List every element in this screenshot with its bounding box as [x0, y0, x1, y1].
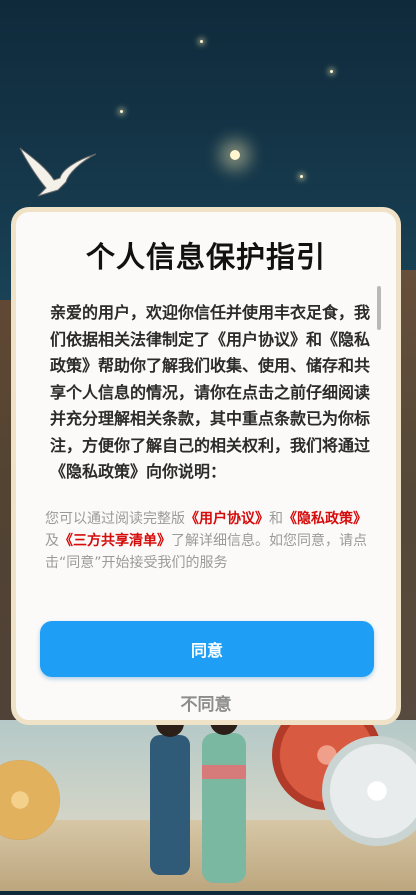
agree-button[interactable]: 同意: [40, 621, 374, 677]
dialog-title: 个人信息保护指引: [85, 240, 326, 274]
star: [120, 110, 123, 113]
star: [300, 175, 303, 178]
star: [330, 70, 333, 73]
secondary-prefix: 您可以通过阅读完整版: [45, 511, 185, 527]
dialog-body-text: 亲爱的用户，欢迎你信任并使用丰衣足食，我们依据相关法律制定了《用户协议》和《隐私…: [50, 303, 371, 481]
user-agreement-link[interactable]: 《用户协议》: [185, 511, 269, 527]
third-party-list-link[interactable]: 《三方共享清单》: [59, 533, 171, 549]
star: [200, 40, 203, 43]
privacy-dialog: 个人信息保护指引 亲爱的用户，欢迎你信任并使用丰衣足食，我们依据相关法律制定了《…: [11, 207, 401, 725]
secondary-and2: 及: [45, 533, 59, 549]
person-figure: [150, 707, 246, 883]
disagree-button[interactable]: 不同意: [16, 690, 396, 715]
crane-bird-icon: [19, 147, 97, 197]
privacy-policy-link[interactable]: 《隐私政策》: [283, 511, 367, 527]
secondary-and: 和: [269, 511, 283, 527]
dialog-secondary-text: 您可以通过阅读完整版《用户协议》和《隐私政策》及《三方共享清单》了解详细信息。如…: [45, 508, 379, 574]
scrollbar[interactable]: [377, 286, 381, 330]
glowing-light: [230, 150, 240, 160]
